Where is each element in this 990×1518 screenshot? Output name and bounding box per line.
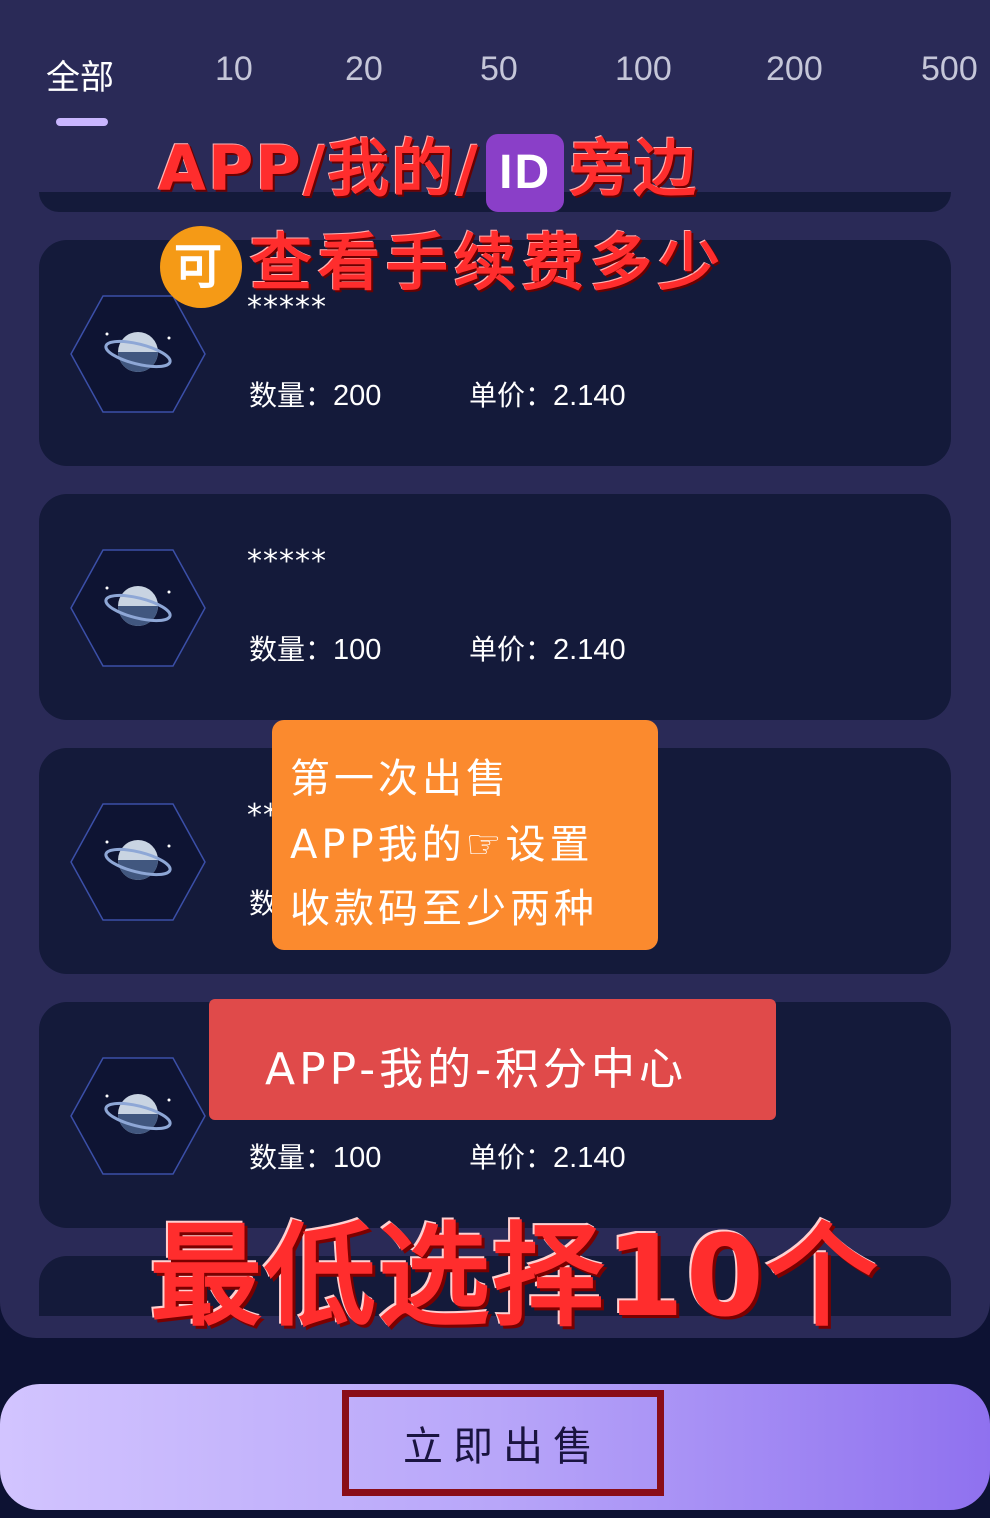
tab-200[interactable]: 200 bbox=[766, 50, 823, 89]
planet-icon bbox=[70, 549, 206, 667]
tab-500[interactable]: 500 bbox=[921, 50, 978, 89]
annotation-minimum-hint: 最低选择10个 bbox=[150, 1212, 880, 1342]
planet-icon bbox=[70, 1057, 206, 1175]
tab-all[interactable]: 全部 bbox=[46, 50, 114, 99]
listing-quantity: 数量：100 bbox=[249, 1141, 382, 1174]
annotation-first-sale-note: 第一次出售 APP我的☞设置 收款码至少两种 bbox=[272, 720, 658, 950]
denomination-tabs: 全部 10 20 50 100 200 500 bbox=[0, 50, 990, 110]
planet-icon bbox=[70, 295, 206, 413]
annotation-id-hint: APP/我的/ID 旁边 bbox=[158, 118, 698, 212]
tab-10[interactable]: 10 bbox=[215, 50, 253, 89]
listing-quantity: 数量：100 bbox=[249, 633, 382, 666]
listing-name: ***** bbox=[247, 544, 327, 579]
tab-100[interactable]: 100 bbox=[615, 50, 672, 89]
id-badge-icon: ID bbox=[486, 133, 565, 212]
listing-card[interactable]: ***** 数量：100 单价：2.140 bbox=[39, 494, 951, 720]
planet-icon bbox=[70, 803, 206, 921]
ke-badge-icon: 可 bbox=[160, 225, 242, 308]
listing-quantity: 数量：200 bbox=[249, 379, 382, 412]
tab-20[interactable]: 20 bbox=[345, 50, 383, 89]
active-tab-indicator bbox=[56, 118, 108, 126]
listing-price: 单价：2.140 bbox=[469, 633, 626, 666]
listing-price: 单价：2.140 bbox=[469, 379, 626, 412]
sell-now-button[interactable]: 立即出售 bbox=[342, 1390, 664, 1496]
tab-50[interactable]: 50 bbox=[480, 50, 518, 89]
listing-price: 单价：2.140 bbox=[469, 1141, 626, 1174]
annotation-fee-hint: 可查看手续费多少 bbox=[160, 212, 726, 308]
annotation-points-center: APP-我的-积分中心 bbox=[209, 999, 776, 1120]
